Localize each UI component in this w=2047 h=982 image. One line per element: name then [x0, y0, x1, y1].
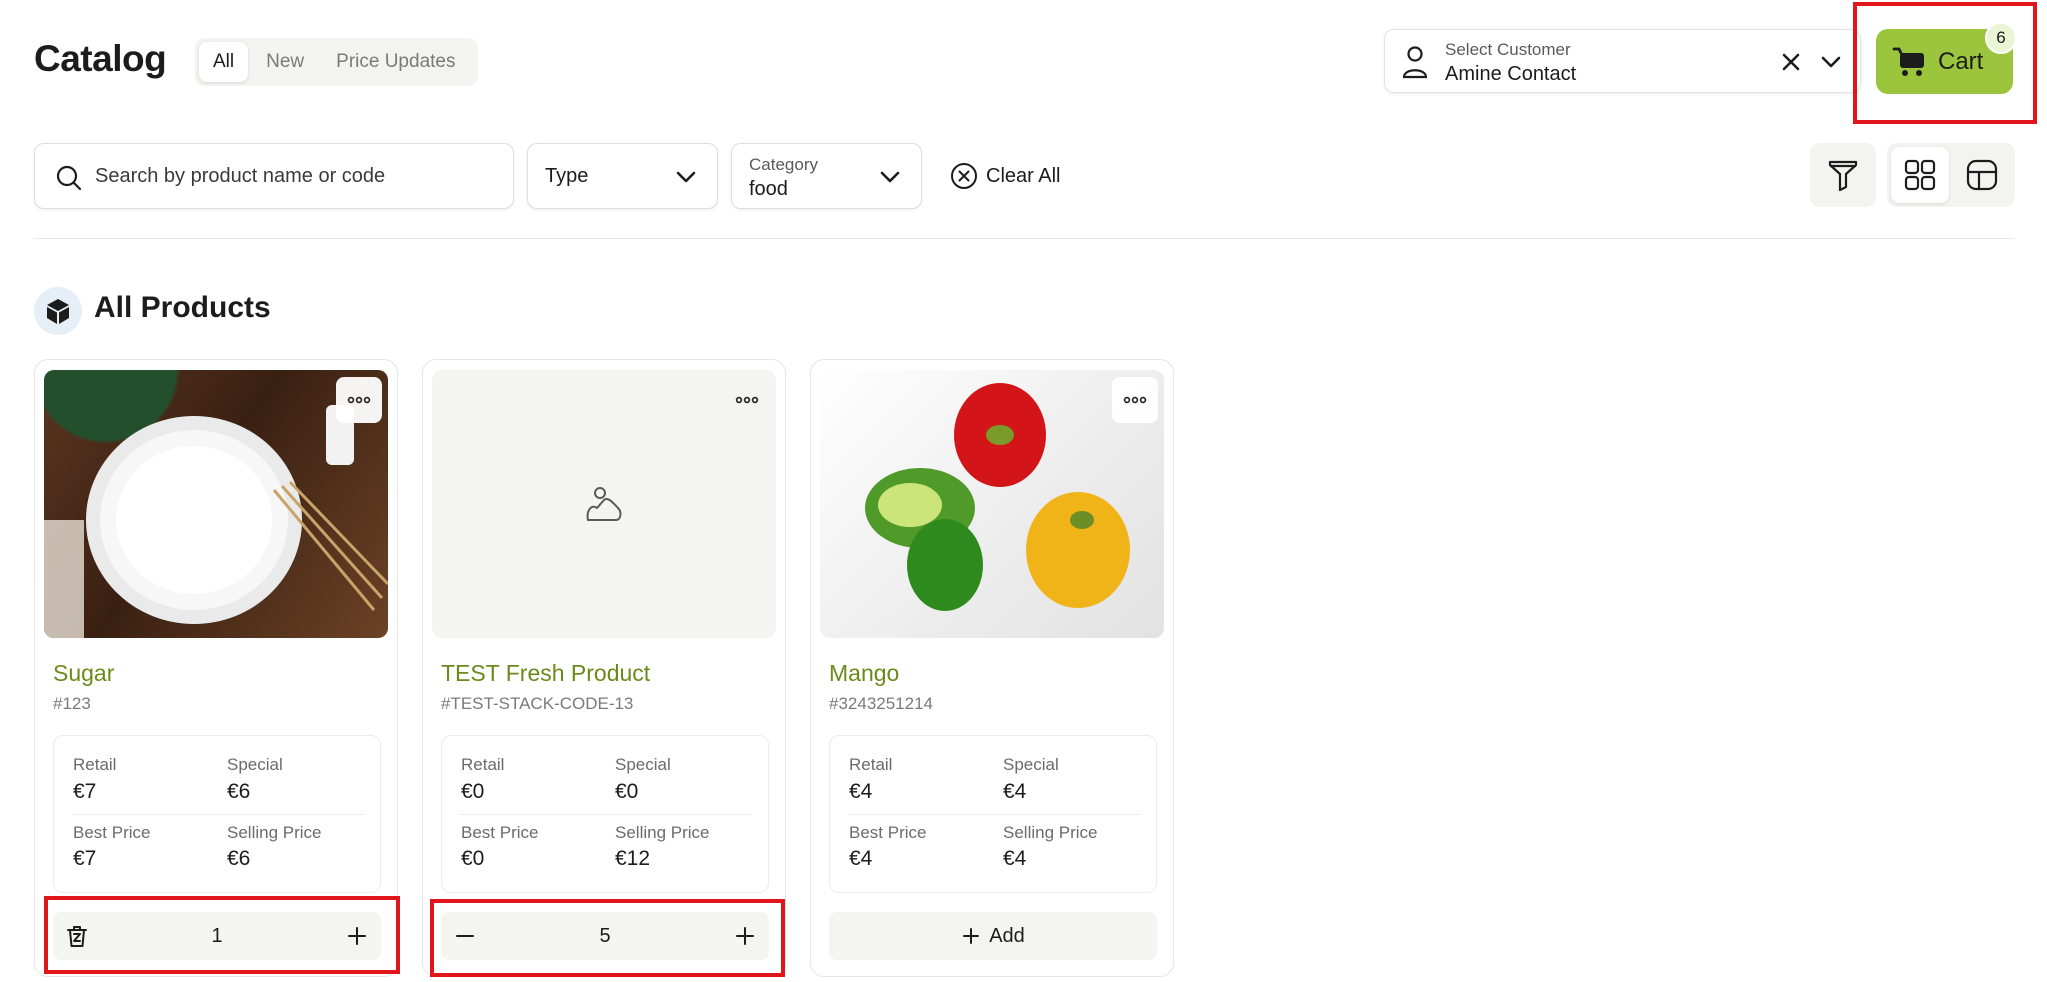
product-code: #123 [53, 694, 91, 713]
best-price-label: Best Price [461, 823, 539, 842]
divider [34, 238, 2014, 239]
selling-price: €6 [227, 847, 251, 870]
quantity-stepper: 5 [441, 912, 769, 960]
image-placeholder-icon [586, 487, 622, 521]
close-circle-icon [951, 163, 977, 189]
product-code: #TEST-STACK-CODE-13 [441, 694, 634, 713]
filter-icon [1828, 160, 1858, 192]
retail-label: Retail [461, 755, 505, 774]
more-horizontal-icon [347, 396, 371, 404]
quantity-value[interactable]: 1 [53, 925, 381, 948]
more-horizontal-icon [735, 396, 759, 404]
special-label: Special [615, 755, 671, 774]
retail-label: Retail [849, 755, 893, 774]
search-input[interactable] [95, 158, 495, 194]
grid-icon [1904, 159, 1936, 191]
best-price: €4 [849, 847, 873, 870]
tab-new[interactable]: New [252, 42, 318, 82]
special-label: Special [227, 755, 283, 774]
more-options-button[interactable] [1112, 377, 1158, 423]
retail-price: €0 [461, 780, 485, 803]
product-code: #3243251214 [829, 694, 934, 713]
filter-button[interactable] [1810, 143, 1876, 207]
category-dropdown-value: food [749, 178, 788, 200]
cube-icon [34, 287, 82, 335]
quantity-stepper: 1 [53, 912, 381, 960]
customer-select-label: Select Customer [1445, 40, 1571, 59]
chevron-down-icon [880, 171, 900, 183]
layout-view-button[interactable] [1953, 147, 2011, 203]
quantity-value[interactable]: 5 [441, 925, 769, 948]
plus-icon [963, 928, 980, 944]
grid-view-button[interactable] [1891, 147, 1949, 203]
chevron-down-icon[interactable] [1817, 48, 1845, 76]
cart-count-badge: 6 [1985, 22, 2017, 54]
person-icon [1402, 46, 1428, 79]
special-label: Special [1003, 755, 1059, 774]
special-price: €6 [227, 780, 251, 803]
search-field[interactable] [34, 143, 514, 209]
clear-all-label: Clear All [986, 164, 1061, 187]
product-card[interactable]: Mango #3243251214 Retail €4 Special €4 B… [810, 359, 1174, 977]
add-label: Add [989, 924, 1025, 947]
retail-label: Retail [73, 755, 117, 774]
cart-icon [1892, 47, 1924, 76]
section-title: All Products [94, 291, 271, 324]
layout-icon [1966, 159, 1998, 191]
category-dropdown[interactable]: Category food [731, 143, 922, 209]
tab-price-updates[interactable]: Price Updates [322, 42, 469, 82]
product-card[interactable]: TEST Fresh Product #TEST-STACK-CODE-13 R… [422, 359, 786, 977]
page-title: Catalog [34, 38, 167, 79]
retail-price: €7 [73, 780, 97, 803]
best-price-label: Best Price [849, 823, 927, 842]
selling-price-label: Selling Price [615, 823, 710, 842]
catalog-tabs: All New Price Updates [195, 38, 478, 86]
view-toggle [1887, 143, 2015, 207]
best-price-label: Best Price [73, 823, 151, 842]
divider [848, 814, 1140, 815]
search-icon [56, 165, 82, 191]
more-options-button[interactable] [336, 377, 382, 423]
divider [460, 814, 752, 815]
divider [72, 814, 364, 815]
clear-customer-icon[interactable] [1777, 48, 1805, 76]
more-horizontal-icon [1123, 396, 1147, 404]
cart-label: Cart [1938, 47, 1984, 75]
customer-select[interactable]: Select Customer Amine Contact [1384, 29, 1861, 93]
price-table: Retail €0 Special €0 Best Price €0 Selli… [441, 735, 769, 893]
plus-icon[interactable] [343, 922, 371, 950]
product-card[interactable]: Sugar #123 Retail €7 Special €6 Best Pri… [34, 359, 398, 977]
best-price: €0 [461, 847, 485, 870]
tab-all[interactable]: All [199, 42, 249, 82]
special-price: €0 [615, 780, 639, 803]
product-name[interactable]: Sugar [53, 660, 114, 687]
special-price: €4 [1003, 780, 1027, 803]
type-dropdown[interactable]: Type [527, 143, 718, 209]
selling-price-label: Selling Price [227, 823, 322, 842]
plus-icon[interactable] [731, 922, 759, 950]
add-to-cart-button[interactable]: Add [829, 912, 1157, 960]
category-dropdown-label: Category [749, 155, 818, 174]
type-dropdown-label: Type [545, 165, 589, 187]
customer-select-value: Amine Contact [1445, 63, 1577, 85]
clear-all-button[interactable]: Clear All [950, 161, 1060, 191]
price-table: Retail €7 Special €6 Best Price €7 Selli… [53, 735, 381, 893]
selling-price-label: Selling Price [1003, 823, 1098, 842]
retail-price: €4 [849, 780, 873, 803]
product-name[interactable]: TEST Fresh Product [441, 660, 650, 687]
selling-price: €4 [1003, 847, 1027, 870]
product-name[interactable]: Mango [829, 660, 899, 687]
price-table: Retail €4 Special €4 Best Price €4 Selli… [829, 735, 1157, 893]
selling-price: €12 [615, 847, 651, 870]
more-options-button[interactable] [724, 377, 770, 423]
best-price: €7 [73, 847, 97, 870]
chevron-down-icon [676, 171, 696, 183]
